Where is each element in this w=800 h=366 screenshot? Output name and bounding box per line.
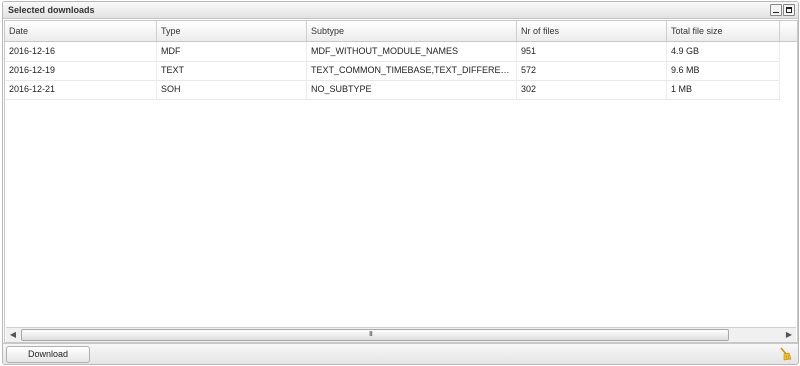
- column-header-date[interactable]: Date: [5, 21, 157, 41]
- cell-subtype: MDF_WITHOUT_MODULE_NAMES: [307, 42, 517, 61]
- cell-total-file-size: 9.6 MB: [667, 61, 780, 80]
- cell-date: 2016-12-19: [5, 61, 157, 80]
- column-header-subtype[interactable]: Subtype: [307, 21, 517, 41]
- column-header-nr-of-files[interactable]: Nr of files: [517, 21, 667, 41]
- panel-titlebar: Selected downloads: [3, 2, 798, 19]
- cell-subtype: NO_SUBTYPE: [307, 80, 517, 99]
- cell-date: 2016-12-16: [5, 42, 157, 61]
- column-header-type[interactable]: Type: [157, 21, 307, 41]
- cell-date: 2016-12-21: [5, 80, 157, 99]
- column-header-spacer: [780, 21, 797, 41]
- scroll-right-icon[interactable]: ▶: [782, 329, 796, 341]
- download-button[interactable]: Download: [6, 346, 90, 363]
- table-row[interactable]: 2016-12-16 MDF MDF_WITHOUT_MODULE_NAMES …: [5, 42, 780, 62]
- panel-title: Selected downloads: [8, 5, 95, 15]
- cell-subtype: TEXT_COMMON_TIMEBASE,TEXT_DIFFERE…: [307, 61, 517, 80]
- table-row[interactable]: 2016-12-21 SOH NO_SUBTYPE 302 1 MB: [5, 80, 780, 100]
- scroll-left-icon[interactable]: ◀: [6, 329, 20, 341]
- panel-footer: Download: [3, 343, 798, 364]
- horizontal-scrollbar[interactable]: ◀ III ▶: [6, 327, 796, 342]
- cell-type: TEXT: [157, 61, 307, 80]
- downloads-table: Date Type Subtype Nr of files Total file…: [4, 20, 798, 343]
- cell-nr-of-files: 302: [517, 80, 667, 99]
- selected-downloads-panel: Selected downloads Date Type Subtype Nr …: [2, 1, 799, 365]
- scrollbar-grip-icon: III: [369, 331, 373, 338]
- table-header: Date Type Subtype Nr of files Total file…: [5, 21, 797, 42]
- cell-total-file-size: 1 MB: [667, 80, 780, 99]
- cell-nr-of-files: 951: [517, 42, 667, 61]
- table-row[interactable]: 2016-12-19 TEXT TEXT_COMMON_TIMEBASE,TEX…: [5, 61, 780, 81]
- broom-icon[interactable]: [778, 347, 792, 361]
- cell-type: MDF: [157, 42, 307, 61]
- minimize-icon[interactable]: [770, 4, 782, 16]
- maximize-icon[interactable]: [783, 4, 795, 16]
- cell-type: SOH: [157, 80, 307, 99]
- cell-nr-of-files: 572: [517, 61, 667, 80]
- cell-total-file-size: 4.9 GB: [667, 42, 780, 61]
- column-header-total-file-size[interactable]: Total file size: [667, 21, 780, 41]
- scrollbar-thumb[interactable]: III: [21, 329, 729, 341]
